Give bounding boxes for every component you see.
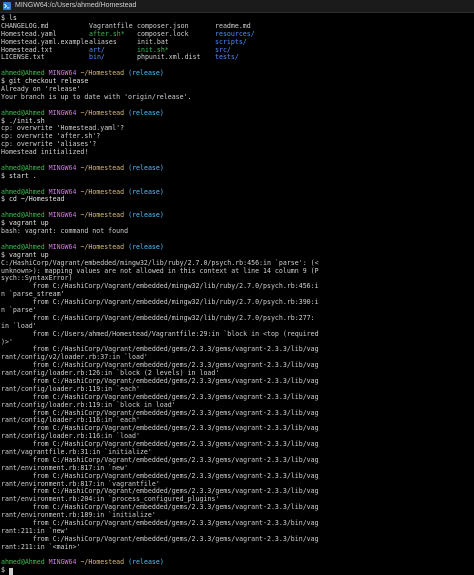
input-line[interactable]: $ xyxy=(1,566,471,575)
prompt-line: ahmed@Ahmed MINGW64 ~/Homestead (release… xyxy=(1,559,471,567)
prompt-line: ahmed@Ahmed MINGW64 ~/Homestead (release… xyxy=(1,187,471,197)
prompt-line: ahmed@Ahmed MINGW64 ~/Homestead (release… xyxy=(1,108,471,118)
prompt-path: ~/Homestead xyxy=(80,163,125,172)
prompt-branch: (release) xyxy=(128,163,164,172)
ls-row: LICENSE.txt bin/phpunit.xml.dist tests/ xyxy=(1,54,471,62)
prompt-branch: (release) xyxy=(128,242,164,251)
prompt-branch: (release) xyxy=(128,187,164,196)
output-line: from C:/HashiCorp/Vagrant/embedded/mingw… xyxy=(1,298,319,307)
title-bar[interactable]: MINGW64:/c/Users/ahmed/Homestead xyxy=(0,0,474,13)
prompt-line: ahmed@Ahmed MINGW64 ~/Homestead (release… xyxy=(1,211,471,220)
prompt-line: ahmed@Ahmed MINGW64 ~/Homestead (release… xyxy=(1,242,471,252)
prompt-path: ~/Homestead xyxy=(80,69,125,78)
window-title: MINGW64:/c/Users/ahmed/Homestead xyxy=(15,2,137,10)
prompt-user: ahmed@Ahmed xyxy=(1,163,45,172)
command-line: $ xyxy=(1,566,9,575)
prompt-path: ~/Homestead xyxy=(80,558,125,567)
output-line: from C:/HashiCorp/Vagrant/embedded/gems/… xyxy=(1,534,319,543)
prompt-host: MINGW64 xyxy=(48,163,77,172)
ls-entry: tests/ xyxy=(215,53,239,62)
ls-entry: phpunit.xml.dist xyxy=(137,53,201,62)
output-line: from C:/HashiCorp/Vagrant/embedded/gems/… xyxy=(1,519,319,527)
output-line: Homestead initialized! xyxy=(1,148,89,157)
prompt-host: MINGW64 xyxy=(48,211,77,220)
prompt-line: ahmed@Ahmed MINGW64 ~/Homestead (release… xyxy=(1,163,471,173)
prompt-branch: (release) xyxy=(128,69,164,78)
prompt-path: ~/Homestead xyxy=(80,211,125,220)
prompt-host: MINGW64 xyxy=(48,558,77,567)
prompt-branch: (release) xyxy=(128,108,164,117)
mingw-terminal-icon xyxy=(3,2,11,10)
prompt-user: ahmed@Ahmed xyxy=(1,187,45,196)
prompt-path: ~/Homestead xyxy=(80,108,125,117)
output-line: bash: vagrant: command not found xyxy=(1,227,129,236)
prompt-host: MINGW64 xyxy=(48,108,77,117)
prompt-branch: (release) xyxy=(128,211,164,220)
prompt-branch: (release) xyxy=(128,558,164,567)
command-line: $ start . xyxy=(1,171,37,180)
ls-row: Homestead.yaml.example aliases init.bat scr… xyxy=(1,38,471,47)
ls-entry: bin/ xyxy=(89,53,105,62)
prompt-user: ahmed@Ahmed xyxy=(1,211,45,220)
prompt-user: ahmed@Ahmed xyxy=(1,108,45,117)
prompt-user: ahmed@Ahmed xyxy=(1,242,45,251)
command-line: $ cd ~/Homestead xyxy=(1,195,65,204)
prompt-host: MINGW64 xyxy=(48,69,77,78)
prompt-host: MINGW64 xyxy=(48,187,77,196)
terminal-window: MINGW64:/c/Users/ahmed/Homestead $ ls CHA… xyxy=(0,0,474,575)
prompt-user: ahmed@Ahmed xyxy=(1,558,45,567)
text-cursor xyxy=(8,567,13,575)
output-line: Your branch is up to date with 'origin/r… xyxy=(1,92,192,101)
prompt-host: MINGW64 xyxy=(48,242,77,251)
output-line: from C:/Users/ahmed/Homestead/Vagrantfil… xyxy=(1,329,319,338)
output-line: rant:211:in `<main>' xyxy=(1,542,81,551)
prompt-user: ahmed@Ahmed xyxy=(1,69,45,78)
terminal-output[interactable]: $ ls CHANGELOG.md Vagrantfile composer.json… xyxy=(0,13,474,575)
output-line: from C:/HashiCorp/Vagrant/embedded/mingw… xyxy=(1,313,315,322)
prompt-path: ~/Homestead xyxy=(80,242,125,251)
ls-entry: LICENSE.txt xyxy=(1,53,45,62)
prompt-path: ~/Homestead xyxy=(80,187,125,196)
output-line: from C:/HashiCorp/Vagrant/embedded/mingw… xyxy=(1,282,319,291)
